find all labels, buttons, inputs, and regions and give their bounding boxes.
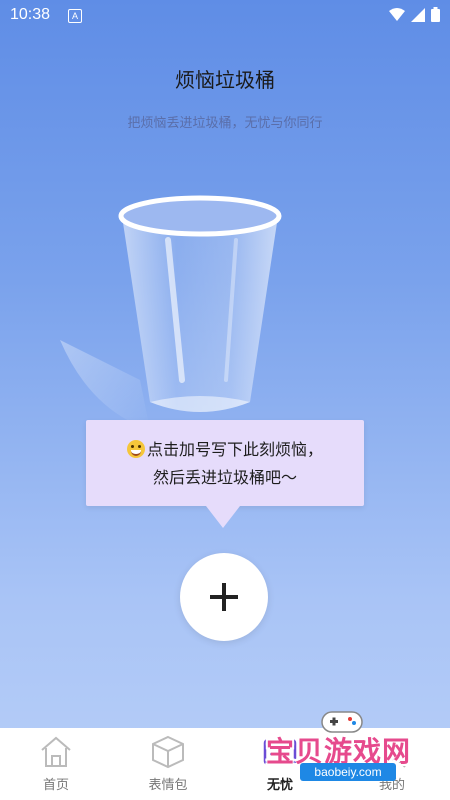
signal-icon: [411, 7, 425, 22]
grinning-face-icon: [126, 440, 145, 458]
page-title: 烦恼垃圾桶: [175, 70, 275, 92]
box-icon: [152, 735, 184, 769]
plus-icon-vertical: [222, 583, 226, 611]
nav-item-home[interactable]: 首页: [0, 728, 112, 800]
status-bar: 10:38 A: [0, 0, 450, 32]
nav-label-home: 首页: [42, 777, 69, 792]
nav-label-stickers: 表情包: [148, 777, 188, 792]
watermark: 宝贝游戏网 baobeiy.com: [262, 708, 422, 784]
nav-item-stickers[interactable]: 表情包: [112, 728, 224, 800]
status-icons: [389, 7, 440, 22]
hint-bubble: 点击加号写下此刻烦恼， 然后丢进垃圾桶吧～: [86, 420, 364, 528]
hint-text-line2: 然后丢进垃圾桶吧～: [152, 470, 297, 487]
home-icon: [41, 736, 71, 767]
watermark-url: baobeiy.com: [300, 763, 396, 781]
status-time: 10:38: [10, 6, 51, 23]
wifi-icon: [389, 7, 405, 21]
page-subtitle: 把烦恼丢进垃圾桶，无忧与你同行: [127, 115, 323, 130]
add-worry-button[interactable]: [180, 553, 268, 641]
hint-line1-text: 点击加号写下此刻烦恼，: [146, 442, 323, 459]
hint-text-line1: 点击加号写下此刻烦恼，: [86, 436, 364, 460]
trash-can-illustration: [60, 195, 282, 430]
battery-icon: [431, 7, 440, 22]
notification-icon: A: [68, 9, 82, 23]
